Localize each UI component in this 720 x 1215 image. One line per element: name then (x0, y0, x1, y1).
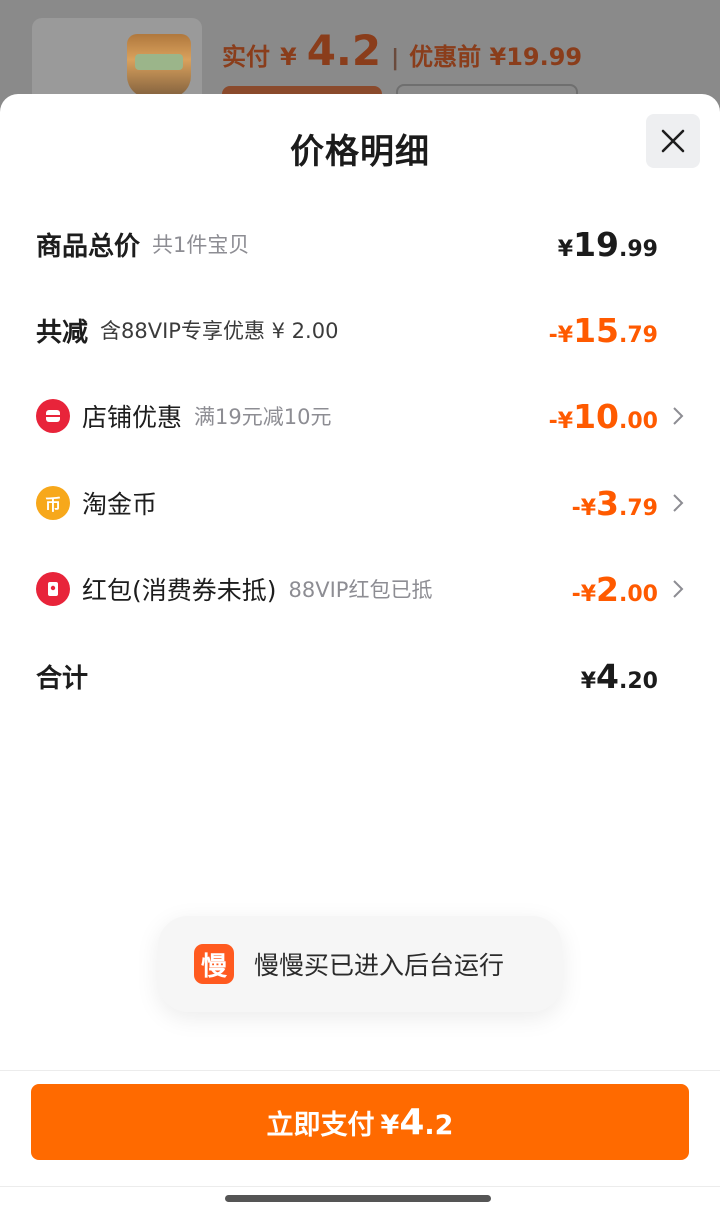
background-pay-amount: 4.2 (306, 26, 382, 75)
goods-total-amount: ¥ 19 .99 (558, 225, 658, 264)
pay-now-button[interactable]: 立即支付 ¥ 4 .2 (31, 1084, 689, 1160)
taojinbi-amount: -¥ 3 .79 (572, 484, 658, 523)
sum-amount: ¥ 4 .20 (581, 657, 658, 696)
shop-coupon-icon (36, 399, 70, 433)
red-packet-amount: -¥ 2 .00 (572, 570, 658, 609)
footer-divider (0, 1070, 720, 1071)
total-reduction-dec: .79 (619, 322, 658, 348)
goods-total-currency: ¥ (557, 236, 574, 262)
background-pay-label: 实付 (222, 43, 270, 71)
close-icon (661, 129, 685, 153)
row-goods-total: 商品总价 共1件宝贝 ¥ 19 .99 (36, 219, 684, 269)
goods-total-count: 共1件宝贝 (152, 233, 250, 257)
page: 实付 ¥ 4.2 | 优惠前 ¥19.99 价格明细 商品总价 共1件宝贝 ¥ … (0, 0, 720, 1215)
shop-discount-label: 店铺优惠 (82, 403, 183, 432)
shop-discount-amount: -¥ 10 .00 (549, 397, 658, 436)
total-reduction-label: 共减 (36, 317, 89, 348)
toast-text: 慢慢买已进入后台运行 (254, 951, 505, 980)
red-packet-icon (36, 572, 70, 606)
red-packet-dec: .00 (619, 581, 658, 607)
coin-icon-glyph: 币 (44, 495, 61, 514)
goods-total-dec: .99 (619, 236, 658, 262)
sheet-title: 价格明细 (290, 132, 430, 172)
shop-discount-currency: -¥ (548, 408, 574, 434)
pay-now-label: 立即支付 (266, 1110, 375, 1141)
background-separator: | (391, 46, 400, 71)
chevron-right-icon (662, 579, 684, 599)
total-reduction-currency: -¥ (548, 322, 574, 348)
shop-discount-dec: .00 (619, 408, 658, 434)
shop-discount-int: 10 (573, 396, 620, 436)
taojinbi-dec: .79 (619, 495, 658, 521)
pay-now-int: 4 (399, 1102, 425, 1143)
sum-label: 合计 (36, 663, 89, 694)
goods-total-label: 商品总价 (36, 231, 141, 262)
red-packet-note: 88VIP红包已抵 (288, 578, 433, 602)
row-shop-discount[interactable]: 店铺优惠 满19元减10元 -¥ 10 .00 (36, 391, 684, 441)
row-taojinbi[interactable]: 币 淘金币 -¥ 3 .79 (36, 478, 684, 528)
background-price-row: 实付 ¥ 4.2 | 优惠前 ¥19.99 (222, 26, 582, 86)
coin-icon: 币 (36, 486, 70, 520)
red-packet-currency: -¥ (571, 581, 597, 607)
noodle-cup-image (127, 34, 191, 98)
pay-now-currency: ¥ (380, 1110, 400, 1141)
background-run-toast: 慢 慢慢买已进入后台运行 (158, 916, 562, 1012)
taojinbi-currency: -¥ (571, 495, 597, 521)
close-button[interactable] (646, 114, 700, 168)
total-reduction-amount: -¥ 15 .79 (549, 311, 658, 350)
price-detail-sheet: 价格明细 商品总价 共1件宝贝 ¥ 19 .99 共减 含88VIP专享优惠 ¥… (0, 94, 720, 1215)
red-packet-label: 红包(消费券未抵) (82, 576, 277, 605)
footer-divider-bottom (0, 1186, 720, 1187)
app-icon-glyph: 慢 (200, 951, 227, 982)
sum-currency: ¥ (580, 668, 597, 694)
total-reduction-int: 15 (573, 310, 620, 350)
goods-total-int: 19 (573, 224, 620, 264)
taojinbi-int: 3 (596, 483, 620, 523)
background-original-price: 优惠前 ¥19.99 (409, 43, 583, 71)
red-packet-int: 2 (596, 569, 620, 609)
total-reduction-note: 含88VIP专享优惠 ¥ 2.00 (100, 319, 339, 343)
pay-now-dec: .2 (424, 1110, 454, 1141)
taojinbi-label: 淘金币 (82, 490, 158, 519)
row-sum: 合计 ¥ 4 .20 (36, 651, 684, 701)
sum-dec: .20 (619, 668, 658, 694)
chevron-right-icon (662, 493, 684, 513)
row-total-reduction: 共减 含88VIP专享优惠 ¥ 2.00 -¥ 15 .79 (36, 305, 684, 355)
sum-int: 4 (596, 656, 620, 696)
row-red-packet[interactable]: 红包(消费券未抵) 88VIP红包已抵 -¥ 2 .00 (36, 564, 684, 614)
home-indicator[interactable] (225, 1195, 491, 1202)
chevron-right-icon (662, 406, 684, 426)
manmanmai-app-icon: 慢 (194, 944, 234, 984)
background-pay-currency: ¥ (280, 43, 297, 71)
shop-discount-rule: 满19元减10元 (194, 405, 332, 429)
